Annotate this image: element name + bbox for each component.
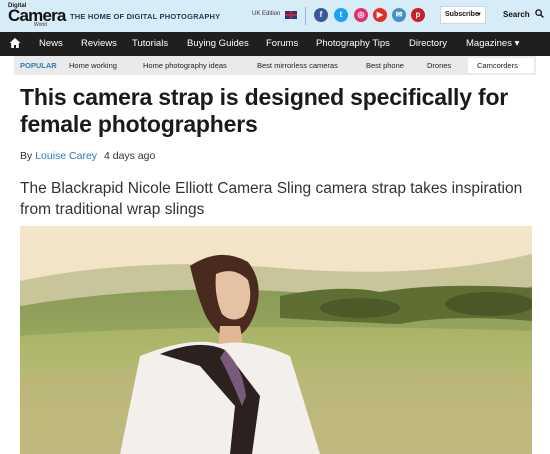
chevron-down-icon: ▼ xyxy=(476,12,482,18)
popular-item-best-mirrorless-cameras[interactable]: Best mirrorless cameras xyxy=(257,61,338,70)
popular-item-camcorders[interactable]: Camcorders xyxy=(477,61,518,70)
logo-sub-text: World xyxy=(34,22,47,28)
pinterest-icon[interactable]: p xyxy=(411,8,425,22)
hero-image[interactable] xyxy=(20,226,532,454)
nav-item-photography-tips[interactable]: Photography Tips xyxy=(316,38,390,49)
article-headline: This camera strap is designed specifical… xyxy=(20,84,509,137)
instagram-icon[interactable]: ◎ xyxy=(354,8,368,22)
popular-item-best-phone[interactable]: Best phone xyxy=(366,61,404,70)
nav-item-tutorials[interactable]: Tutorials xyxy=(132,38,168,49)
facebook-icon[interactable]: f xyxy=(314,8,328,22)
subscribe-button[interactable]: Subscribe ▼ xyxy=(440,6,486,24)
author-link[interactable]: Louise Carey xyxy=(35,150,97,162)
article-timestamp: 4 days ago xyxy=(103,150,156,162)
popular-bar: POPULAR Home working Home photography id… xyxy=(14,56,536,75)
header-divider xyxy=(305,7,306,25)
youtube-icon[interactable]: ▶ xyxy=(373,8,387,22)
nav-item-buying-guides[interactable]: Buying Guides xyxy=(187,38,249,49)
article-standfirst: The Blackrapid Nicole Elliott Camera Sli… xyxy=(20,180,523,218)
email-icon[interactable]: ✉ xyxy=(392,8,406,22)
nav-item-news[interactable]: News xyxy=(39,38,63,49)
subscribe-label: Subscribe xyxy=(445,11,479,18)
nav-item-directory[interactable]: Directory xyxy=(409,38,447,49)
nav-item-magazines[interactable]: Magazines ▾ xyxy=(466,38,519,49)
byline-prefix: By xyxy=(20,150,33,162)
site-tagline: THE HOME OF DIGITAL PHOTOGRAPHY xyxy=(70,12,221,21)
edition-label[interactable]: UK Edition xyxy=(252,11,280,17)
popular-item-home-photography-ideas[interactable]: Home photography ideas xyxy=(143,61,227,70)
popular-item-drones[interactable]: Drones xyxy=(427,61,451,70)
nav-item-forums[interactable]: Forums xyxy=(266,38,298,49)
home-icon[interactable] xyxy=(9,37,21,49)
popular-label: POPULAR xyxy=(20,61,57,70)
search-button[interactable]: Search xyxy=(503,10,530,19)
twitter-icon[interactable]: t xyxy=(334,8,348,22)
nav-item-reviews[interactable]: Reviews xyxy=(81,38,117,49)
uk-flag-icon[interactable] xyxy=(285,11,297,19)
popular-item-home-working[interactable]: Home working xyxy=(69,61,117,70)
site-header: Digital Camera World THE HOME OF DIGITAL… xyxy=(0,0,550,32)
main-nav: News Reviews Tutorials Buying Guides For… xyxy=(0,32,550,56)
search-icon[interactable] xyxy=(535,9,544,18)
article-byline: By Louise Carey 4 days ago xyxy=(20,150,155,162)
site-logo[interactable]: Digital Camera World xyxy=(8,3,66,29)
